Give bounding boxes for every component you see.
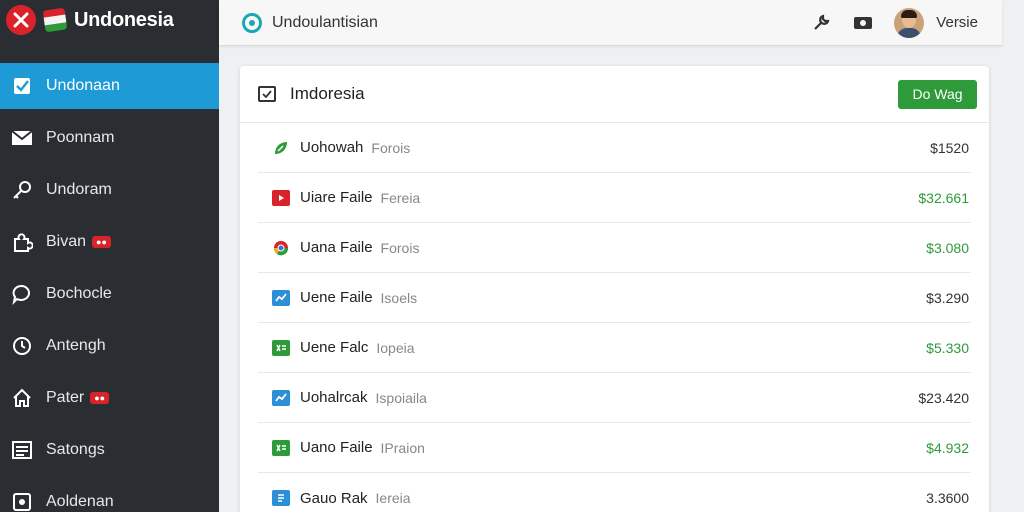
table-row[interactable]: Gauo Rak Iereia 3.3600 [258,473,971,512]
row-amount: $23.420 [918,389,969,406]
sidebar-item-bochocle[interactable]: Bochocle [0,268,219,320]
sidebar-item-label: Pater [46,389,85,406]
card-header: Imdoresia Do Wag [240,66,989,123]
page-title: Imdoresia [290,84,365,103]
checkbox-icon [258,86,276,102]
home-icon [10,386,34,410]
sidebar-item-label: Aoldenan [46,493,114,510]
brand[interactable]: Undonesia [0,0,219,40]
row-type: Fereia [380,189,421,206]
row-type: Isoels [380,289,418,306]
table-row[interactable]: Uene Faile Isoels $3.290 [258,273,971,323]
leaf-icon [272,140,290,156]
row-amount: 3.3600 [926,490,969,506]
row-type: Ispoiaila [375,389,427,406]
sidebar-item-label: Undonaan [46,77,120,94]
table-row[interactable]: Uohalrcak Ispoiaila $23.420 [258,373,971,423]
camera-icon[interactable] [852,12,874,34]
sidebar-item-bivan[interactable]: Bivan ●● [0,216,219,268]
sidebar-item-label: Bochocle [46,285,112,302]
clock-icon [10,334,34,358]
item-list: Uohowah Forois $1520 Uiare Faile Fereia … [258,123,971,512]
mail-icon [10,126,34,150]
row-amount: $5.330 [926,339,969,356]
row-amount: $3.080 [926,239,969,256]
main-card: Imdoresia Do Wag Uohowah Forois $1520 Ui… [240,66,989,512]
chart-icon [272,389,290,406]
close-x-logo-icon [6,5,36,35]
row-amount: $32.661 [918,189,969,206]
chat-icon [10,282,34,306]
row-amount: $3.290 [926,289,969,306]
sidebar-item-antengh[interactable]: Antengh [0,320,219,372]
image-icon [10,490,34,512]
row-name: Uene Falc [300,339,369,356]
table-row[interactable]: Uene Falc Iopeia $5.330 [258,323,971,373]
sidebar: Undonesia Undonaan Poonnam Undoram Bivan [0,0,219,512]
row-type: Iopeia [376,339,415,356]
sidebar-item-label: Undoram [46,181,112,198]
chrome-icon [272,240,290,256]
wrench-icon[interactable] [810,12,832,34]
row-name: Uano Faile [300,439,373,456]
sidebar-item-satongs[interactable]: Satongs [0,424,219,476]
table-row[interactable]: Uano Faile IPraion $4.932 [258,423,971,473]
sidebar-item-label: Satongs [46,441,105,458]
flag-icon [42,7,68,33]
top-header: Undoulantisian Versie [219,0,1002,46]
row-type: Forois [371,139,411,156]
row-name: Uiare Faile [300,189,373,206]
notification-badge: ●● [92,236,111,248]
sidebar-item-label: Poonnam [46,129,115,146]
header-title: Undoulantisian [272,13,378,31]
spreadsheet-icon [272,439,290,456]
chart-icon [272,289,290,306]
app-logo-icon [242,12,262,33]
checkbox-icon [10,74,34,98]
key-icon [10,178,34,202]
sidebar-item-undonaan[interactable]: Undonaan [0,63,219,109]
list-icon [10,438,34,462]
notification-badge: ●● [90,392,110,404]
row-amount: $4.932 [926,439,969,456]
document-icon [272,490,290,506]
table-row[interactable]: Uohowah Forois $1520 [258,123,971,173]
sidebar-item-aoldenan[interactable]: Aoldenan [0,476,219,512]
spreadsheet-icon [272,339,290,356]
sidebar-item-label: Bivan [46,233,87,250]
user-name[interactable]: Versie [936,14,978,31]
header-actions: Versie [790,7,978,38]
table-row[interactable]: Uiare Faile Fereia $32.661 [258,173,971,223]
row-type: Iereia [375,490,411,506]
row-name: Uohowah [300,139,364,156]
sidebar-item-undoram[interactable]: Undoram [0,164,219,216]
row-amount: $1520 [930,139,969,156]
primary-action-button[interactable]: Do Wag [898,79,977,109]
avatar[interactable] [894,7,925,38]
row-name: Gauo Rak [300,489,368,507]
row-name: Uohalrcak [300,389,368,406]
sidebar-item-label: Antengh [46,337,106,354]
row-type: Forois [380,239,420,256]
youtube-icon [272,189,290,206]
brand-name: Undonesia [74,8,174,31]
sidebar-item-pater[interactable]: Pater ●● [0,372,219,424]
row-name: Uana Faile [300,239,373,256]
table-row[interactable]: Uana Faile Forois $3.080 [258,223,971,273]
row-type: IPraion [380,439,425,456]
puzzle-icon [10,230,34,254]
sidebar-item-poonnam[interactable]: Poonnam [0,112,219,164]
sidebar-nav: Undonaan Poonnam Undoram Bivan ●● Bochoc… [0,60,219,512]
row-name: Uene Faile [300,289,373,306]
